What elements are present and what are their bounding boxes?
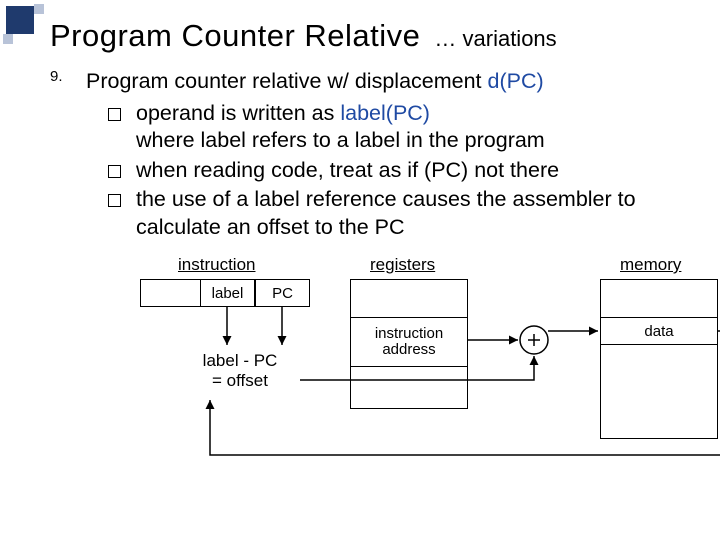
- diagram-wires: [140, 255, 690, 485]
- bullet-1-line2: where label refers to a label in the pro…: [136, 128, 545, 152]
- bullet-1-prefix: operand is written as: [136, 101, 340, 125]
- bullet-1-blue: label(PC): [340, 101, 430, 125]
- slide-title-suffix: … variations: [434, 26, 556, 52]
- intro-prefix: Program counter relative w/ displacement: [86, 69, 488, 93]
- list-item: operand is written as label(PC) where la…: [108, 100, 690, 155]
- title-row: Program Counter Relative … variations: [50, 18, 690, 54]
- content-row: 9. Program counter relative w/ displacem…: [50, 68, 690, 243]
- addressing-diagram: instruction label PC label - PC = offset…: [140, 255, 690, 485]
- list-item: when reading code, treat as if (PC) not …: [108, 157, 690, 185]
- list-number: 9.: [50, 68, 76, 85]
- slide-title: Program Counter Relative: [50, 18, 420, 54]
- content-block: Program counter relative w/ displacement…: [86, 68, 690, 243]
- bullet-2: when reading code, treat as if (PC) not …: [136, 158, 559, 182]
- sub-list: operand is written as label(PC) where la…: [108, 100, 690, 242]
- list-item: the use of a label reference causes the …: [108, 186, 690, 241]
- intro-line: Program counter relative w/ displacement…: [86, 68, 690, 96]
- bullet-3: the use of a label reference causes the …: [136, 187, 636, 239]
- slide-body: Program Counter Relative … variations 9.…: [0, 0, 720, 485]
- intro-blue: d(PC): [488, 69, 544, 93]
- corner-decoration: [6, 6, 46, 46]
